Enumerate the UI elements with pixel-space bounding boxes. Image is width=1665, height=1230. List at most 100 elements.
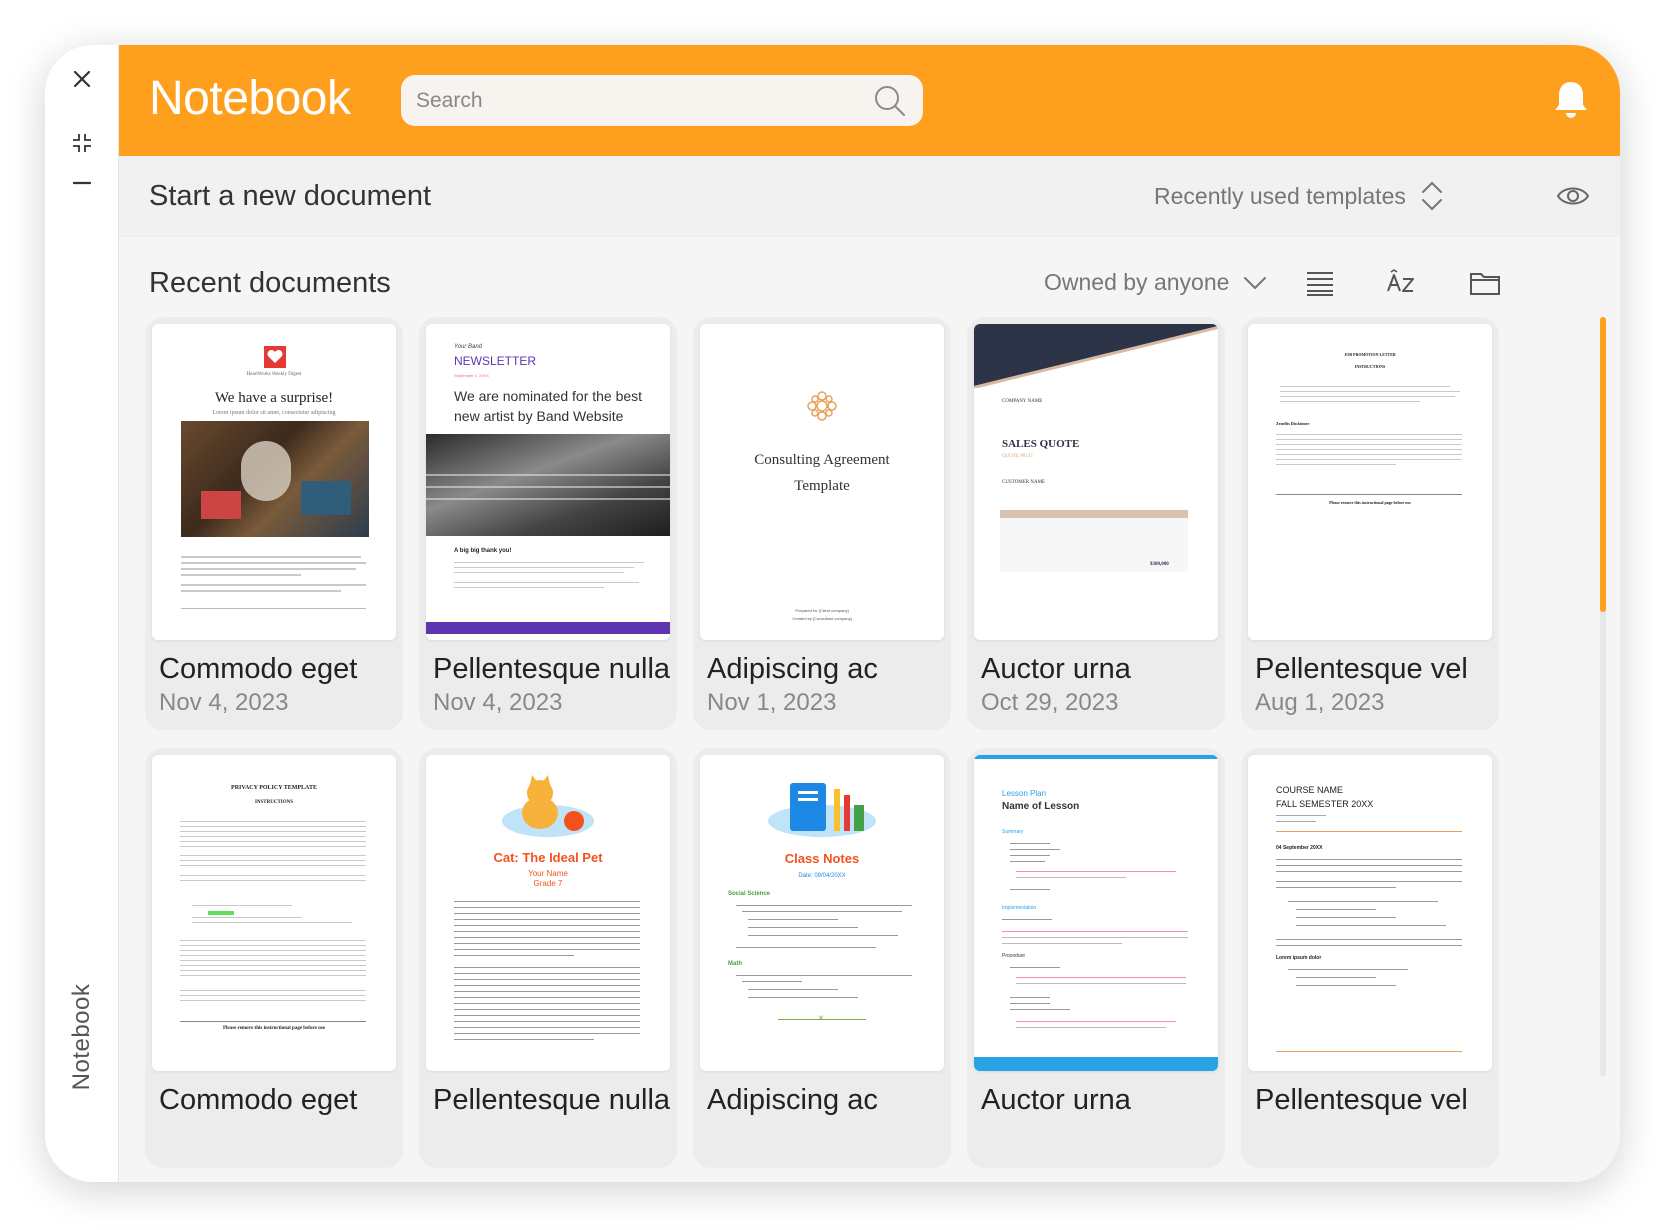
sidebar-label-text: Notebook xyxy=(68,983,95,1091)
card-title: Adipiscing ac xyxy=(707,1084,878,1116)
chevron-down-icon xyxy=(1244,276,1267,289)
folder-icon[interactable] xyxy=(1469,269,1501,297)
card-title: Pellentesque nulla xyxy=(433,653,671,685)
thumb-footer-band xyxy=(426,622,670,634)
document-thumbnail: Your Band NEWSLETTER September 4, 20XX W… xyxy=(426,324,670,640)
thumb-semester: FALL SEMESTER 20XX xyxy=(1276,799,1374,809)
thumb-title: Class Notes xyxy=(784,851,860,866)
new-document-bar: Start a new document Recently used templ… xyxy=(119,156,1620,237)
document-thumbnail: JOB PROMOTION LETTER INSTRUCTIONS Zenefi… xyxy=(1248,324,1492,640)
thumb-headline: We have a surprise! xyxy=(214,390,334,406)
scrollbar-thumb[interactable] xyxy=(1600,317,1606,612)
thumb-name: Your Name xyxy=(528,869,568,878)
thumb-implementation: Implementation xyxy=(1002,905,1037,911)
header: Notebook xyxy=(119,45,1620,156)
sort-az-icon[interactable] xyxy=(1385,269,1417,297)
card-title: Pellentesque nulla xyxy=(433,1084,671,1116)
sidebar-label: Notebook xyxy=(67,972,97,1102)
books-illustration-icon xyxy=(768,783,876,837)
thumb-brand: HeartWorks Weekly Digest xyxy=(246,372,302,377)
card-title: Pellentesque vel xyxy=(1255,1084,1468,1116)
card-title: Pellentesque vel xyxy=(1255,653,1468,685)
cat-illustration-icon xyxy=(502,775,594,837)
recent-documents-title: Recent documents xyxy=(149,267,391,299)
thumb-photo xyxy=(181,421,369,537)
document-card[interactable]: JOB PROMOTION LETTER INSTRUCTIONS Zenefi… xyxy=(1241,317,1499,730)
recent-documents-bar: Recent documents Owned by anyone xyxy=(119,237,1620,327)
thumb-title-line2: Template xyxy=(794,478,850,494)
thumb-date: Date: 09/04/20XX xyxy=(798,873,846,879)
document-thumbnail: HeartWorks Weekly Digest We have a surpr… xyxy=(152,324,396,640)
document-thumbnail: Class Notes Date: 09/04/20XX Social Scie… xyxy=(700,755,944,1071)
thumb-total: $380,000 xyxy=(1150,562,1169,567)
document-card[interactable]: Lesson Plan Name of Lesson Summary Imple… xyxy=(967,748,1225,1168)
sidebar: Notebook xyxy=(45,45,119,1182)
document-card[interactable]: HeartWorks Weekly Digest We have a surpr… xyxy=(145,317,403,730)
card-date: Nov 4, 2023 xyxy=(433,689,563,716)
thumb-quote-no: QUOTE #0135 xyxy=(1002,454,1033,459)
card-date: Nov 4, 2023 xyxy=(159,689,289,716)
thumb-subtitle: INSTRUCTIONS xyxy=(1354,364,1386,369)
thumb-date: 04 September 20XX xyxy=(1276,845,1323,851)
document-card[interactable]: Consulting Agreement Template Prepared f… xyxy=(693,317,951,730)
search-input[interactable] xyxy=(401,75,821,126)
thumb-section-1: Social Science xyxy=(728,891,771,897)
thumb-masthead: NEWSLETTER xyxy=(454,354,537,368)
thumb-header-shape xyxy=(974,324,1218,388)
document-card[interactable]: Your Band NEWSLETTER September 4, 20XX W… xyxy=(419,317,677,730)
bell-icon[interactable] xyxy=(1552,79,1590,121)
document-thumbnail: COMPANY NAME SALES QUOTE QUOTE #0135 CUS… xyxy=(974,324,1218,640)
thumb-title-line1: Consulting Agreement xyxy=(754,452,890,468)
templates-select-label: Recently used templates xyxy=(1154,182,1406,209)
owner-filter-select[interactable]: Owned by anyone xyxy=(1044,269,1267,296)
document-card[interactable]: COURSE NAME FALL SEMESTER 20XX 04 Septem… xyxy=(1241,748,1499,1168)
list-view-icon[interactable] xyxy=(1304,269,1336,297)
thumb-customer: CUSTOMER NAME xyxy=(1002,480,1046,485)
thumb-title: Name of Lesson xyxy=(1002,801,1080,812)
new-document-title: Start a new document xyxy=(149,180,432,212)
ornament-icon xyxy=(807,391,837,421)
document-card[interactable]: COMPANY NAME SALES QUOTE QUOTE #0135 CUS… xyxy=(967,317,1225,730)
heart-logo-icon xyxy=(264,346,286,368)
scrollbar[interactable] xyxy=(1600,317,1606,1077)
document-card[interactable]: Class Notes Date: 09/04/20XX Social Scie… xyxy=(693,748,951,1168)
thumb-photo xyxy=(426,434,670,536)
minimize-icon[interactable] xyxy=(66,167,98,199)
thumb-kicker: Your Band xyxy=(454,344,483,350)
app-title: Notebook xyxy=(149,72,351,125)
document-thumbnail: Lesson Plan Name of Lesson Summary Imple… xyxy=(974,755,1218,1071)
sort-arrows-icon xyxy=(1421,182,1442,210)
document-thumbnail: COURSE NAME FALL SEMESTER 20XX 04 Septem… xyxy=(1248,755,1492,1071)
thumb-course: COURSE NAME xyxy=(1276,785,1344,795)
thumb-footer: Please remove this instructional page be… xyxy=(1329,500,1411,505)
thumb-section-2: Math xyxy=(728,961,742,967)
document-thumbnail: Cat: The Ideal Pet Your Name Grade 7 xyxy=(426,755,670,1071)
thumb-headline: We are nominated for the best new artist… xyxy=(454,388,643,424)
card-title: Auctor urna xyxy=(981,1084,1131,1116)
card-date: Aug 1, 2023 xyxy=(1255,689,1385,716)
thumb-section: A big big thank you! xyxy=(454,548,512,554)
thumb-subtitle: INSTRUCTIONS xyxy=(254,800,294,805)
search-icon[interactable] xyxy=(873,84,907,118)
owner-filter-label: Owned by anyone xyxy=(1044,269,1230,295)
thumb-procedure: Procedure xyxy=(1002,953,1026,959)
eye-icon[interactable] xyxy=(1556,182,1590,210)
document-thumbnail: Consulting Agreement Template Prepared f… xyxy=(700,324,944,640)
app-window: Notebook Notebook Start a new document R… xyxy=(45,45,1620,1182)
collapse-icon[interactable] xyxy=(66,127,98,159)
document-card[interactable]: Cat: The Ideal Pet Your Name Grade 7 Pel… xyxy=(419,748,677,1168)
thumb-title: Cat: The Ideal Pet xyxy=(493,850,603,865)
card-date: Nov 1, 2023 xyxy=(707,689,837,716)
card-title: Adipiscing ac xyxy=(707,653,878,685)
thumb-doc-title: SALES QUOTE xyxy=(1002,438,1080,450)
document-card[interactable]: PRIVACY POLICY TEMPLATE INSTRUCTIONS Ple… xyxy=(145,748,403,1168)
thumb-section: Zenefits Disclaimer xyxy=(1276,421,1310,426)
card-title: Auctor urna xyxy=(981,653,1131,685)
templates-select[interactable]: Recently used templates xyxy=(1154,180,1444,212)
close-icon[interactable] xyxy=(66,63,98,95)
thumb-table-header xyxy=(1000,510,1188,518)
thumb-date: September 4, 20XX xyxy=(454,373,489,378)
card-date: Oct 29, 2023 xyxy=(981,689,1119,716)
thumb-created-by: Created by [Consultant company] xyxy=(792,616,852,621)
search-box xyxy=(401,75,923,126)
